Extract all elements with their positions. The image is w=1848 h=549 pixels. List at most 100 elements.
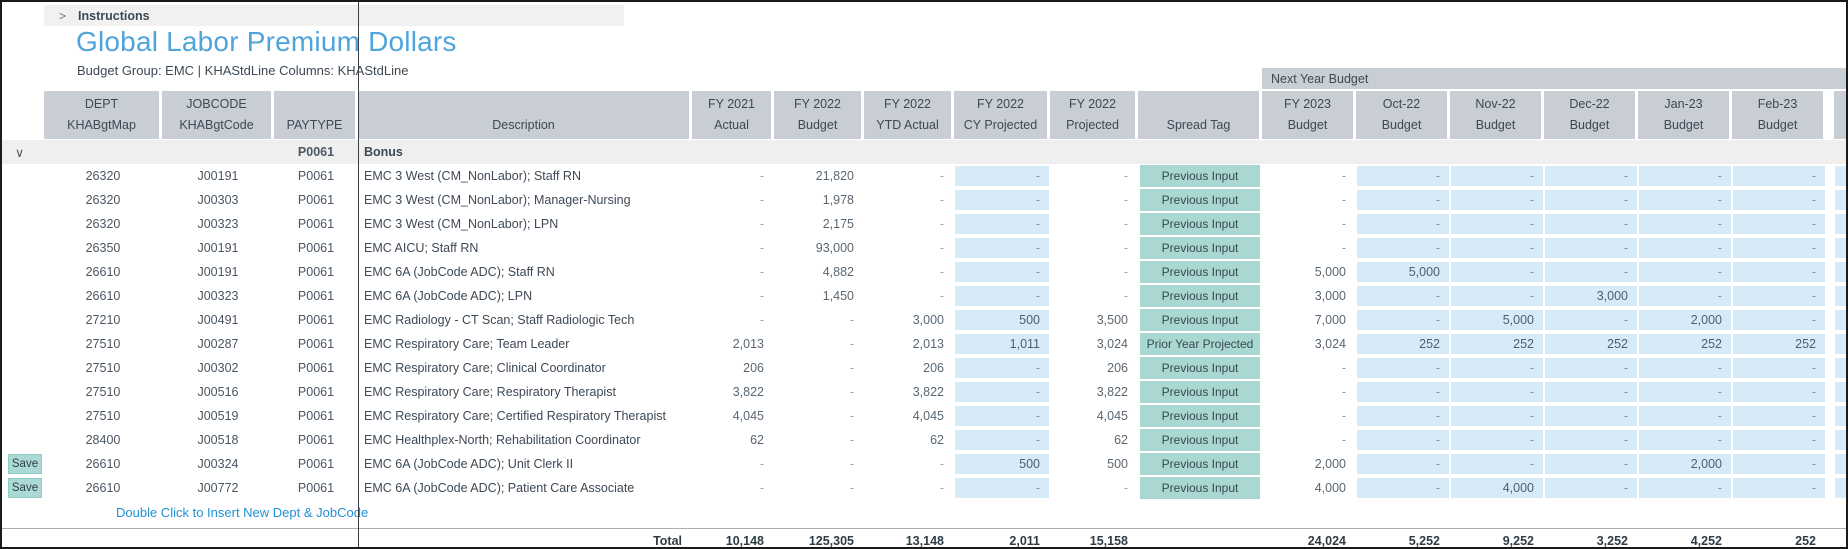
spread-tag-cell[interactable]: Previous Input — [1140, 237, 1260, 259]
spread-tag-cell[interactable]: Previous Input — [1140, 261, 1260, 283]
month-budget-input-cell[interactable]: - — [1545, 262, 1637, 282]
month-budget-input-cell[interactable]: - — [1451, 238, 1543, 258]
cy-projected-input-cell[interactable]: - — [955, 382, 1049, 402]
month-budget-input-cell[interactable]: - — [1357, 358, 1449, 378]
spread-tag-cell[interactable]: Prior Year Projected — [1140, 333, 1260, 355]
month-budget-input-partial[interactable] — [1835, 382, 1848, 402]
month-budget-input-cell[interactable]: - — [1545, 310, 1637, 330]
month-budget-input-cell[interactable]: - — [1639, 382, 1731, 402]
month-budget-input-cell[interactable]: 3,000 — [1545, 286, 1637, 306]
month-budget-input-cell[interactable]: 5,000 — [1451, 310, 1543, 330]
freeze-pane-divider[interactable] — [358, 2, 359, 547]
cy-projected-input-cell[interactable]: - — [955, 166, 1049, 186]
month-budget-input-cell[interactable]: - — [1639, 262, 1731, 282]
month-budget-input-cell[interactable]: - — [1639, 406, 1731, 426]
month-budget-input-cell[interactable]: 4,000 — [1451, 478, 1543, 498]
spread-tag-cell[interactable]: Previous Input — [1140, 213, 1260, 235]
month-budget-input-cell[interactable]: - — [1357, 166, 1449, 186]
month-budget-input-cell[interactable]: 252 — [1451, 334, 1543, 354]
month-budget-input-cell[interactable]: - — [1545, 478, 1637, 498]
month-budget-input-cell[interactable]: - — [1545, 238, 1637, 258]
cy-projected-input-cell[interactable]: - — [955, 262, 1049, 282]
spread-tag-cell[interactable]: Previous Input — [1140, 357, 1260, 379]
spread-tag-cell[interactable]: Previous Input — [1140, 285, 1260, 307]
month-budget-input-cell[interactable]: - — [1357, 190, 1449, 210]
month-budget-input-partial[interactable] — [1835, 214, 1848, 234]
month-budget-input-cell[interactable]: - — [1733, 238, 1825, 258]
month-budget-input-cell[interactable]: - — [1545, 382, 1637, 402]
month-budget-input-cell[interactable]: - — [1545, 430, 1637, 450]
month-budget-input-cell[interactable]: - — [1733, 358, 1825, 378]
month-budget-input-cell[interactable]: - — [1733, 382, 1825, 402]
spread-tag-cell[interactable]: Previous Input — [1140, 405, 1260, 427]
month-budget-input-cell[interactable]: - — [1545, 214, 1637, 234]
spread-tag-cell[interactable]: Previous Input — [1140, 189, 1260, 211]
spread-tag-cell[interactable]: Previous Input — [1140, 429, 1260, 451]
month-budget-input-cell[interactable]: - — [1451, 406, 1543, 426]
month-budget-input-cell[interactable]: - — [1357, 310, 1449, 330]
month-budget-input-cell[interactable]: 252 — [1357, 334, 1449, 354]
month-budget-input-cell[interactable]: - — [1451, 262, 1543, 282]
collapse-chevron-icon[interactable]: ∨ — [2, 140, 44, 164]
month-budget-input-cell[interactable]: - — [1451, 190, 1543, 210]
month-budget-input-partial[interactable] — [1835, 406, 1848, 426]
month-budget-input-cell[interactable]: - — [1639, 478, 1731, 498]
month-budget-input-cell[interactable]: - — [1733, 430, 1825, 450]
save-button[interactable]: Save — [8, 454, 42, 474]
month-budget-input-cell[interactable]: - — [1545, 454, 1637, 474]
month-budget-input-partial[interactable] — [1835, 286, 1848, 306]
spread-tag-cell[interactable]: Previous Input — [1140, 165, 1260, 187]
month-budget-input-cell[interactable]: - — [1451, 358, 1543, 378]
spread-tag-cell[interactable]: Previous Input — [1140, 309, 1260, 331]
month-budget-input-cell[interactable]: - — [1357, 382, 1449, 402]
month-budget-input-cell[interactable]: - — [1733, 286, 1825, 306]
month-budget-input-cell[interactable]: - — [1451, 214, 1543, 234]
spread-tag-cell[interactable]: Previous Input — [1140, 453, 1260, 475]
save-button[interactable]: Save — [8, 478, 42, 498]
month-budget-input-partial[interactable] — [1835, 310, 1848, 330]
month-budget-input-cell[interactable]: - — [1357, 238, 1449, 258]
month-budget-input-partial[interactable] — [1835, 166, 1848, 186]
month-budget-input-partial[interactable] — [1835, 358, 1848, 378]
month-budget-input-cell[interactable]: - — [1451, 430, 1543, 450]
month-budget-input-partial[interactable] — [1835, 238, 1848, 258]
cy-projected-input-cell[interactable]: - — [955, 358, 1049, 378]
month-budget-input-cell[interactable]: 5,000 — [1357, 262, 1449, 282]
month-budget-input-partial[interactable] — [1835, 334, 1848, 354]
cy-projected-input-cell[interactable]: 1,011 — [955, 334, 1049, 354]
cy-projected-input-cell[interactable]: 500 — [955, 454, 1049, 474]
month-budget-input-cell[interactable]: - — [1733, 454, 1825, 474]
month-budget-input-cell[interactable]: 252 — [1545, 334, 1637, 354]
month-budget-input-partial[interactable] — [1835, 478, 1848, 498]
month-budget-input-cell[interactable]: - — [1733, 262, 1825, 282]
cy-projected-input-cell[interactable]: - — [955, 406, 1049, 426]
cy-projected-input-cell[interactable]: - — [955, 238, 1049, 258]
month-budget-input-cell[interactable]: - — [1733, 166, 1825, 186]
month-budget-input-cell[interactable]: - — [1639, 286, 1731, 306]
cy-projected-input-cell[interactable]: - — [955, 190, 1049, 210]
month-budget-input-cell[interactable]: - — [1451, 166, 1543, 186]
month-budget-input-cell[interactable]: - — [1451, 382, 1543, 402]
cy-projected-input-cell[interactable]: 500 — [955, 310, 1049, 330]
month-budget-input-cell[interactable]: - — [1357, 454, 1449, 474]
month-budget-input-cell[interactable]: - — [1733, 478, 1825, 498]
cy-projected-input-cell[interactable]: - — [955, 214, 1049, 234]
cy-projected-input-cell[interactable]: - — [955, 430, 1049, 450]
month-budget-input-cell[interactable]: - — [1357, 214, 1449, 234]
month-budget-input-cell[interactable]: - — [1451, 454, 1543, 474]
month-budget-input-cell[interactable]: - — [1733, 190, 1825, 210]
month-budget-input-cell[interactable]: 2,000 — [1639, 454, 1731, 474]
month-budget-input-cell[interactable]: - — [1639, 214, 1731, 234]
month-budget-input-cell[interactable]: - — [1357, 286, 1449, 306]
instructions-section-header[interactable]: > Instructions — [44, 5, 624, 26]
month-budget-input-cell[interactable]: 2,000 — [1639, 310, 1731, 330]
spread-tag-cell[interactable]: Previous Input — [1140, 477, 1260, 499]
month-budget-input-cell[interactable]: - — [1733, 214, 1825, 234]
month-budget-input-partial[interactable] — [1835, 430, 1848, 450]
month-budget-input-cell[interactable]: - — [1357, 406, 1449, 426]
insert-new-dept-link[interactable]: Double Click to Insert New Dept & JobCod… — [116, 502, 368, 522]
month-budget-input-cell[interactable]: - — [1639, 238, 1731, 258]
month-budget-input-cell[interactable]: - — [1545, 406, 1637, 426]
cy-projected-input-cell[interactable]: - — [955, 286, 1049, 306]
month-budget-input-partial[interactable] — [1835, 454, 1848, 474]
